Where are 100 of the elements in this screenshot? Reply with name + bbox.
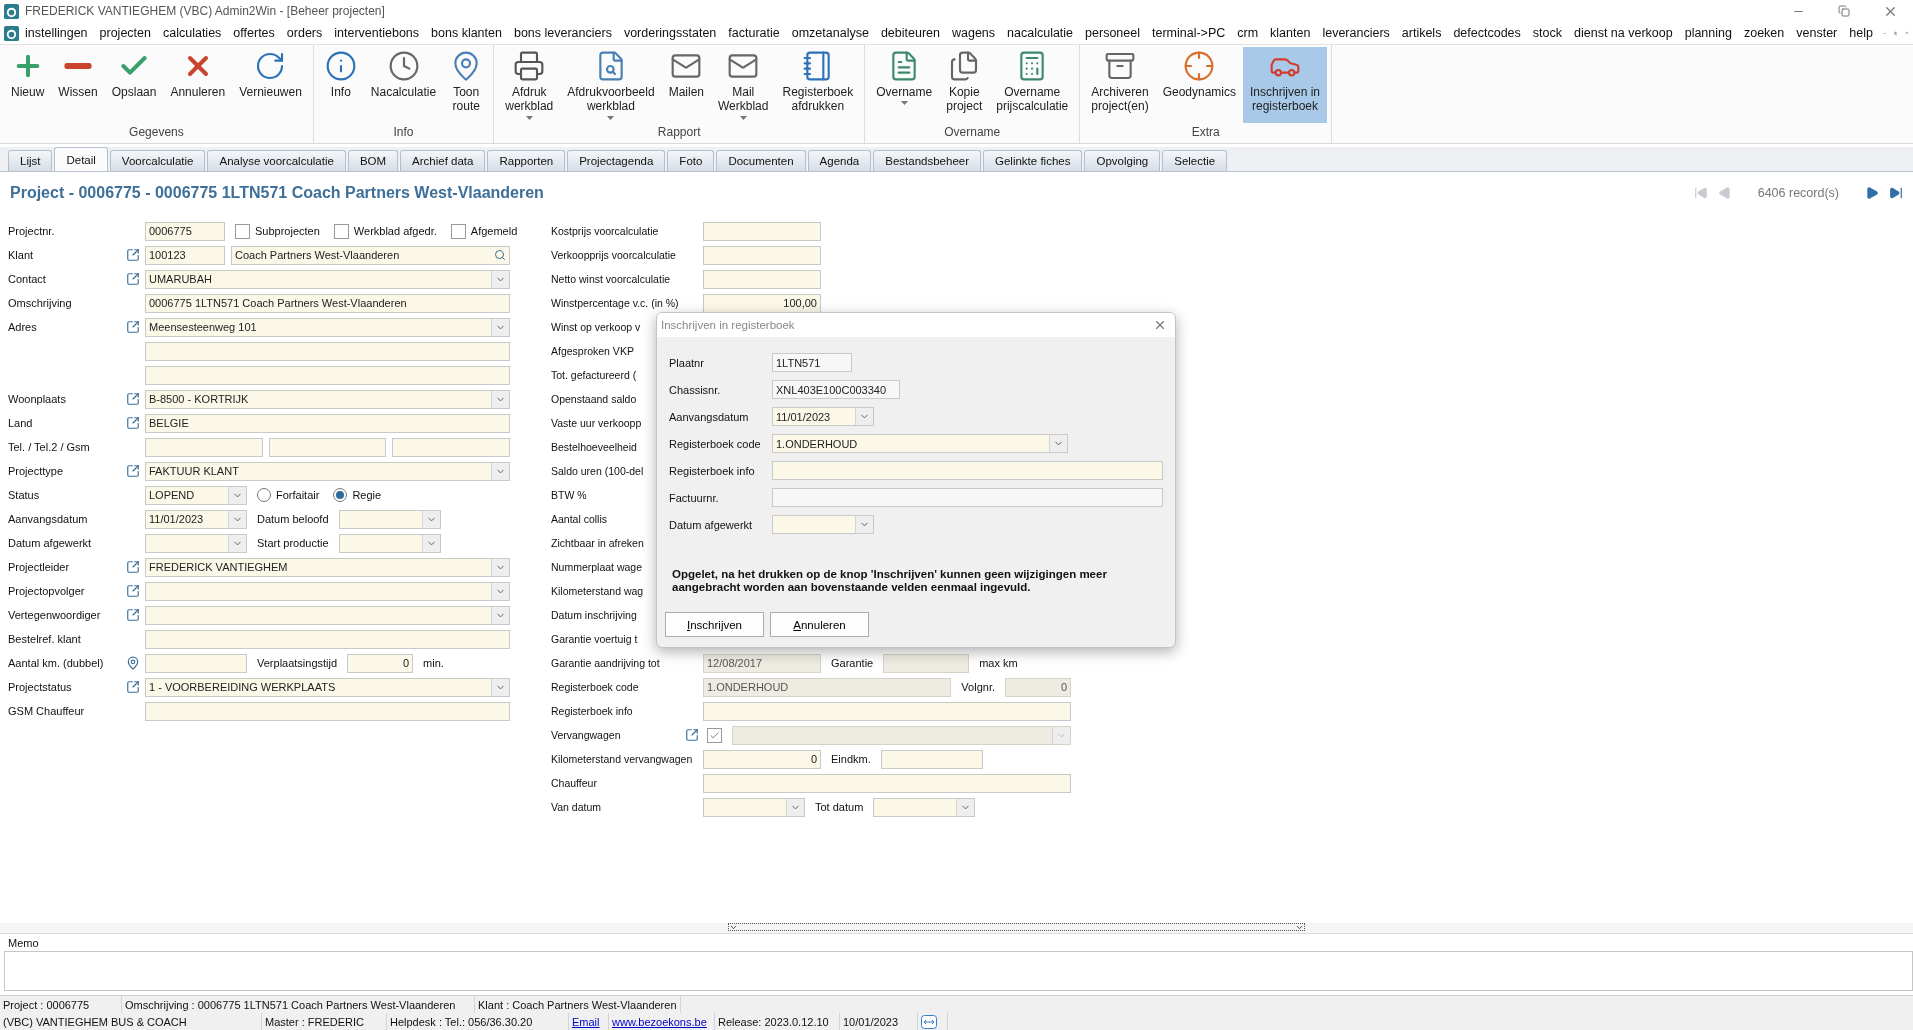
menu-item[interactable]: leveranciers — [1316, 26, 1396, 40]
dropdown-field[interactable]: FREDERICK VANTIEGHEM — [145, 557, 510, 577]
menu-item[interactable]: facturatie — [722, 26, 786, 40]
ribbon-button[interactable]: Overname prijscalculatie — [989, 47, 1076, 123]
ribbon-button[interactable]: Afdruk werkblad — [498, 47, 561, 123]
menu-item[interactable]: dienst na verkoop — [1568, 26, 1679, 40]
input-field[interactable]: 0006775 — [145, 221, 225, 241]
tab[interactable]: Opvolging — [1084, 150, 1161, 171]
radio-button[interactable] — [333, 488, 348, 502]
remote-support-icon[interactable] — [921, 1014, 937, 1029]
last-record-icon[interactable] — [1889, 186, 1903, 200]
menu-item[interactable]: bons klanten — [425, 26, 508, 40]
tab[interactable]: Gelinkte fiches — [983, 150, 1083, 171]
input-field[interactable]: 0 — [347, 653, 414, 673]
tab[interactable]: Documenten — [716, 150, 806, 171]
map-pin-icon[interactable] — [125, 656, 140, 670]
dropdown-field[interactable] — [145, 581, 510, 601]
menu-item[interactable]: interventiebons — [328, 26, 426, 40]
input-field[interactable]: 100,00 — [703, 293, 821, 313]
menu-item[interactable]: terminal->PC — [1145, 26, 1232, 40]
input-field[interactable] — [268, 437, 387, 457]
input-field[interactable]: 100123 — [145, 245, 225, 265]
ribbon-button[interactable]: Overname — [869, 47, 940, 123]
search-field[interactable]: Coach Partners West-Vlaanderen — [231, 245, 510, 265]
input-field[interactable] — [703, 773, 1071, 793]
menu-item[interactable]: instellingen — [19, 26, 94, 40]
external-link-icon[interactable] — [125, 680, 140, 694]
date-field[interactable] — [873, 797, 976, 817]
menu-item[interactable]: nacalculatie — [1001, 26, 1080, 40]
input-field[interactable] — [703, 701, 1071, 721]
external-link-icon[interactable] — [125, 584, 140, 598]
menu-item[interactable]: vorderingsstaten — [617, 26, 723, 40]
input-field[interactable] — [145, 701, 510, 721]
date-field[interactable] — [338, 533, 441, 553]
menu-item[interactable]: artikels — [1395, 26, 1448, 40]
ribbon-button[interactable]: Wissen — [51, 47, 105, 123]
tab[interactable]: Rapporten — [487, 150, 566, 171]
tab[interactable]: Foto — [667, 150, 715, 171]
menu-item[interactable]: klanten — [1264, 26, 1317, 40]
external-link-icon[interactable] — [125, 392, 140, 406]
input-field[interactable] — [145, 341, 510, 361]
input-field[interactable] — [392, 437, 510, 457]
menu-item[interactable]: crm — [1231, 26, 1265, 40]
tab[interactable]: Projectagenda — [567, 150, 666, 171]
menu-item[interactable]: calculaties — [157, 26, 228, 40]
menu-item[interactable]: personeel — [1079, 26, 1146, 40]
ribbon-button[interactable]: Vernieuwen — [232, 47, 309, 123]
dropdown-field[interactable]: FAKTUUR KLANT — [145, 461, 510, 481]
date-field[interactable]: LOPEND — [145, 485, 247, 505]
ribbon-button[interactable]: Archiveren project(en) — [1084, 47, 1156, 123]
checkbox[interactable] — [707, 727, 722, 743]
dropdown-field[interactable] — [145, 605, 510, 625]
external-link-icon[interactable] — [125, 608, 140, 622]
menu-item[interactable]: planning — [1678, 26, 1738, 40]
dropdown-field[interactable]: 1.ONDERHOUD — [772, 434, 1068, 453]
input-field[interactable]: 0006775 1LTN571 Coach Partners West-Vlaanderen — [145, 293, 510, 313]
menu-item[interactable]: defectcodes — [1447, 26, 1527, 40]
ribbon-button[interactable]: Nacalculatie — [363, 47, 444, 123]
tab[interactable]: Detail — [54, 147, 108, 171]
input-field[interactable] — [703, 269, 821, 289]
dropdown-field[interactable]: B-8500 - KORTRIJK — [145, 389, 510, 409]
input-field[interactable] — [145, 365, 510, 385]
dropdown-field[interactable]: UMARUBAH — [145, 269, 510, 289]
date-field[interactable]: 11/01/2023 — [772, 407, 874, 426]
input-field[interactable]: XNL403E100C003340 — [772, 380, 900, 399]
menu-item[interactable]: zoeken — [1737, 26, 1791, 40]
external-link-icon[interactable] — [125, 464, 140, 478]
menu-item[interactable]: wagens — [945, 26, 1002, 40]
status-link[interactable]: Email — [572, 1015, 600, 1028]
external-link-icon[interactable] — [125, 416, 140, 430]
checkbox[interactable] — [450, 223, 466, 239]
input-field[interactable]: 0 — [703, 749, 821, 769]
ribbon-button[interactable]: Geodynamics — [1155, 47, 1243, 123]
close-icon[interactable] — [1153, 318, 1167, 332]
tab[interactable]: Voorcalculatie — [109, 150, 206, 171]
external-link-icon[interactable] — [125, 320, 140, 334]
menu-item[interactable]: debiteuren — [874, 26, 946, 40]
ribbon-button[interactable]: Mail Werkblad — [711, 47, 776, 123]
ribbon-button[interactable]: Registerboek afdrukken — [775, 47, 861, 123]
status-link[interactable]: www.bezoekons.be — [612, 1015, 707, 1028]
date-field[interactable] — [338, 509, 441, 529]
menu-item[interactable]: offertes — [227, 26, 281, 40]
external-link-icon[interactable] — [125, 248, 140, 262]
ribbon-button[interactable]: Kopie project — [939, 47, 990, 123]
input-field[interactable] — [145, 437, 263, 457]
dialog-button[interactable]: Annuleren — [770, 612, 869, 637]
menu-item[interactable]: orders — [280, 26, 329, 40]
ribbon-button[interactable]: Info — [317, 47, 364, 123]
next-record-icon[interactable] — [1865, 186, 1879, 200]
input-field[interactable] — [772, 461, 1163, 480]
ribbon-button[interactable]: Afdrukvoorbeeld werkblad — [560, 47, 662, 123]
tab[interactable]: Lijst — [8, 150, 53, 171]
ribbon-button[interactable]: Opslaan — [104, 47, 164, 123]
dropdown-field[interactable]: Meensesteenweg 101 — [145, 317, 510, 337]
ribbon-button[interactable]: Annuleren — [163, 47, 233, 123]
memo-field[interactable] — [4, 951, 1913, 991]
input-field[interactable]: 1LTN571 — [772, 353, 852, 372]
splitter-handle[interactable] — [728, 923, 1305, 931]
external-link-icon[interactable] — [125, 272, 140, 286]
tab[interactable]: Analyse voorcalculatie — [207, 150, 346, 171]
